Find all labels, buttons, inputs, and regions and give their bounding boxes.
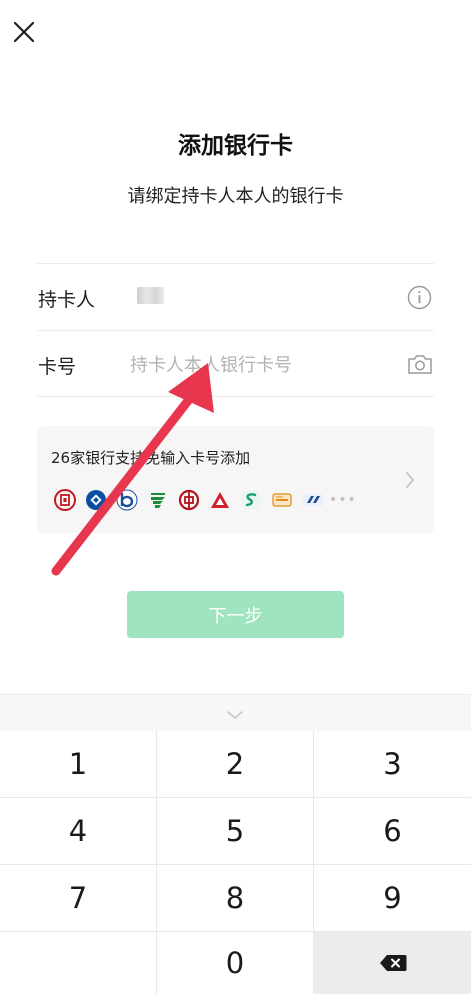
key-9[interactable]: 9 [314, 865, 471, 932]
key-0[interactable]: 0 [157, 932, 314, 994]
key-3[interactable]: 3 [314, 731, 471, 798]
delete-key[interactable] [314, 932, 471, 994]
info-icon[interactable] [407, 285, 432, 310]
citic-logo-icon [209, 489, 231, 511]
more-banks-indicator: ••• [329, 492, 357, 508]
keyboard-toolbar [0, 694, 471, 731]
key-8[interactable]: 8 [157, 865, 314, 932]
bocom-logo-icon [116, 489, 138, 511]
chevron-right-icon [404, 470, 416, 490]
key-6[interactable]: 6 [314, 798, 471, 865]
icbc-logo-icon [54, 489, 76, 511]
holder-name-blurred [137, 287, 164, 304]
close-icon[interactable] [10, 18, 38, 46]
divider [37, 263, 434, 264]
key-2[interactable]: 2 [157, 731, 314, 798]
spdb-logo-icon [302, 489, 324, 511]
page-subtitle: 请绑定持卡人本人的银行卡 [127, 186, 344, 207]
key-blank [0, 932, 157, 994]
supported-banks-card[interactable]: 26家银行支持免输入卡号添加 ••• [37, 426, 434, 533]
ccb-logo-icon [85, 489, 107, 511]
key-7[interactable]: 7 [0, 865, 157, 932]
key-5[interactable]: 5 [157, 798, 314, 865]
holder-label: 持卡人 [38, 289, 96, 311]
hxb-logo-icon [271, 489, 293, 511]
numeric-keypad: 1 2 3 4 5 6 7 8 9 0 [0, 731, 471, 994]
divider [37, 330, 434, 331]
key-4[interactable]: 4 [0, 798, 157, 865]
card-number-label: 卡号 [38, 356, 77, 378]
chevron-down-icon[interactable] [226, 706, 244, 719]
next-button[interactable]: 下一步 [127, 591, 344, 638]
supported-banks-text: 26家银行支持免输入卡号添加 [51, 449, 251, 467]
add-card-panel: 添加银行卡 请绑定持卡人本人的银行卡 持卡人 卡号 26家银行支持免输入卡号添加 [0, 0, 471, 694]
backspace-icon [379, 955, 406, 971]
camera-icon[interactable] [407, 352, 433, 376]
psbc-logo-icon [147, 489, 169, 511]
key-1[interactable]: 1 [0, 731, 157, 798]
boc-logo-icon [178, 489, 200, 511]
cmbc-logo-icon [240, 489, 262, 511]
card-number-input[interactable] [130, 350, 390, 380]
bank-logos: ••• [54, 488, 357, 512]
page-title: 添加银行卡 [178, 133, 293, 159]
divider [37, 396, 434, 397]
